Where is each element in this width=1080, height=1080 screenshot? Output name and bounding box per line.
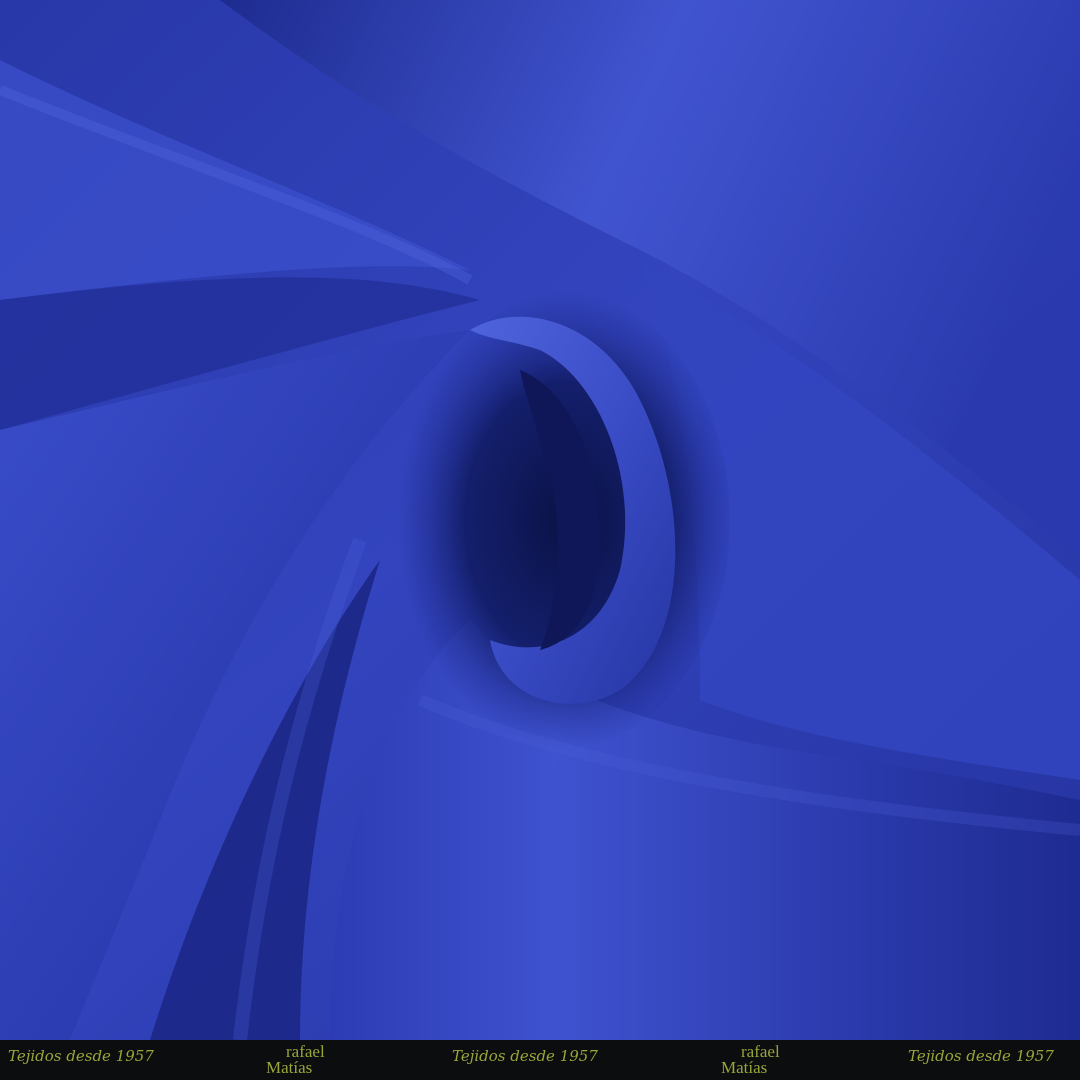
brand-tagline: Tejidos desde 1957 [8, 1047, 154, 1065]
fabric-photo [0, 0, 1080, 1040]
fabric-illustration [0, 0, 1080, 1040]
brand-logo-line2: Matías [266, 1058, 313, 1077]
brand-tagline: Tejidos desde 1957 [452, 1047, 598, 1065]
page: Tejidos desde 1957 rafael Matías Tejidos… [0, 0, 1080, 1080]
brand-logo: rafael Matías [721, 1043, 811, 1077]
brand-logo: rafael Matías [266, 1043, 356, 1077]
brand-strip: Tejidos desde 1957 rafael Matías Tejidos… [0, 1040, 1080, 1080]
brand-logo-line2: Matías [721, 1058, 768, 1077]
brand-tagline: Tejidos desde 1957 [908, 1047, 1054, 1065]
